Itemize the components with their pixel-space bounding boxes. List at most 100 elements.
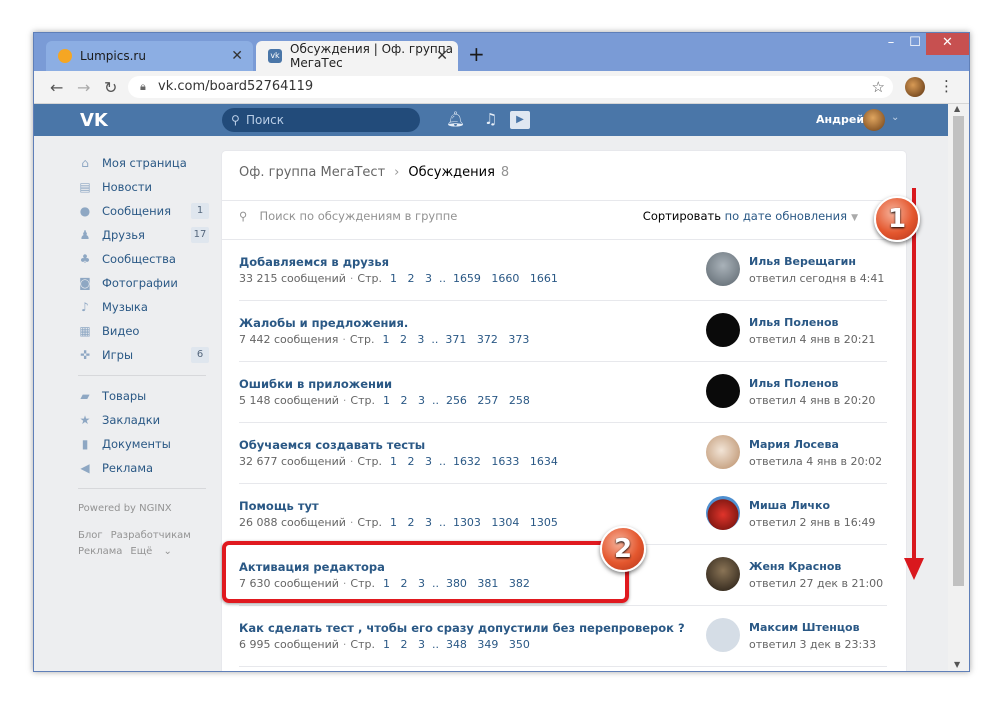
last-reply-time: ответил 3 дек в 23:33 [749,638,877,651]
close-tab-icon[interactable]: ✕ [231,48,243,64]
topic-title[interactable]: Добавляемся в друзья [239,255,389,269]
pages-label: Стр. [350,394,375,407]
user-name[interactable]: Андрей [816,113,864,126]
last-author[interactable]: Илья Поленов [749,316,839,329]
topic-title[interactable]: Жалобы и предложения. [239,316,408,330]
sidebar-item-photos[interactable]: ◙ Фотографии [78,271,213,295]
sidebar-item-video[interactable]: ▦ Видео [78,319,213,343]
last-author[interactable]: Миша Личко [749,499,830,512]
topic-title[interactable]: Обучаемся создавать тесты [239,438,425,452]
sort-control[interactable]: Сортировать по дате обновления ▼ [643,209,858,223]
avatar[interactable] [706,313,740,347]
sort-value[interactable]: по дате обновления [725,209,847,223]
sidebar-item-music[interactable]: ♪ Музыка [78,295,213,319]
last-author[interactable]: Илья Верещагин [749,255,856,268]
topic-pages[interactable]: 1 2 3 .. 1303 1304 1305 [390,516,558,529]
pages-label: Стр. [357,516,382,529]
topic-pages[interactable]: 1 2 3 .. 348 349 350 [383,638,530,651]
vk-logo-icon[interactable]: VK [80,109,116,131]
sidebar-item-my-page[interactable]: ⌂ Моя страница [78,151,213,175]
sidebar-item-ads[interactable]: ◀ Реклама [78,456,213,480]
scroll-thumb[interactable] [953,116,964,586]
page-title: Обсуждения [408,165,495,180]
messages-icon: ● [79,204,91,218]
sidebar-item-communities[interactable]: ♣ Сообщества [78,247,213,271]
svg-text:VK: VK [80,110,109,131]
left-sidebar: ⌂ Моя страница ▤ Новости ● Сообщения 1 ♟ Друз… [78,151,213,560]
avatar[interactable] [706,557,740,591]
sidebar-item-label: Музыка [102,300,148,314]
avatar[interactable] [706,618,740,652]
profile-avatar[interactable] [905,77,925,97]
last-reply-time: ответила 4 янв в 20:02 [749,455,883,468]
bookmark-star-icon[interactable]: ☆ [872,76,885,98]
forward-icon[interactable]: → [77,78,90,97]
tab-title: Lumpics.ru [80,49,146,63]
topic-title[interactable]: Помощь тут [239,499,319,513]
sidebar-item-messages[interactable]: ● Сообщения 1 [78,199,213,223]
user-avatar[interactable] [863,109,885,131]
close-tab-icon[interactable]: ✕ [436,48,448,64]
tab-vk-board[interactable]: vk Обсуждения | Оф. группа МегаТес ✕ [256,41,458,71]
topic-row[interactable]: Помощь тут 26 088 сообщений · Стр. 1 2 3 ..… [239,484,887,545]
vk-search-input[interactable]: ⚲ Поиск [222,108,420,132]
footer-links: Блог Разработчикам Реклама Ещё ⌄ [78,528,213,560]
avatar[interactable] [706,496,740,530]
browser-menu-icon[interactable]: ⋮ [939,77,954,95]
breadcrumb-group-link[interactable]: Оф. группа МегаТест [239,165,385,180]
reload-icon[interactable]: ↻ [104,78,117,97]
sidebar-item-goods[interactable]: ▰ Товары [78,384,213,408]
sidebar-divider [78,488,206,489]
music-note-icon[interactable]: ♫ [484,110,497,128]
last-reply-time: ответил 27 дек в 21:00 [749,577,884,590]
tab-lumpics[interactable]: Lumpics.ru ✕ [46,41,253,71]
last-reply-time: ответил сегодня в 4:41 [749,272,885,285]
topic-search-input[interactable]: ⚲ Поиск по обсуждениям в группе [239,209,457,223]
topic-pages[interactable]: 1 2 3 .. 1632 1633 1634 [390,455,558,468]
sidebar-item-games[interactable]: ✜ Игры 6 [78,343,213,367]
vertical-scrollbar[interactable]: ▲ ▼ [948,104,969,671]
ads-icon: ◀ [80,461,90,475]
topic-title[interactable]: Ошибки в приложении [239,377,392,391]
close-window-button[interactable]: ✕ [926,33,969,55]
last-author[interactable]: Женя Краснов [749,560,841,573]
avatar[interactable] [706,435,740,469]
sidebar-item-documents[interactable]: ▮ Документы [78,432,213,456]
last-author[interactable]: Илья Поленов [749,377,839,390]
chevron-down-icon[interactable]: ⌄ [891,112,899,123]
footer-link-blog[interactable]: Блог [78,530,103,541]
footer-link-more[interactable]: Ещё ⌄ [130,546,171,557]
last-author[interactable]: Мария Лосева [749,438,839,451]
notifications-bell-icon[interactable]: 🔔︎ [446,110,465,128]
url-field[interactable]: 🔒︎ vk.com/board52764119 ☆ [128,76,893,98]
sidebar-item-label: Сообщения [102,204,172,218]
topic-title[interactable]: Как сделать тест , чтобы его сразу допус… [239,621,685,635]
avatar[interactable] [706,252,740,286]
play-icon[interactable]: ▶ [510,111,530,129]
topic-row[interactable]: Добавляемся в друзья 33 215 сообщений · Ст… [239,240,887,301]
last-author[interactable]: Максим Штенцов [749,621,860,634]
new-tab-button[interactable]: + [468,42,485,66]
topic-row[interactable]: Жалобы и предложения. 7 442 сообщения · Ст… [239,301,887,362]
topic-row[interactable]: Как сделать тест , чтобы его сразу допус… [239,606,887,667]
topic-row[interactable]: Обучаемся создавать тесты 32 677 сообщен… [239,423,887,484]
sidebar-item-friends[interactable]: ♟ Друзья 17 [78,223,213,247]
back-icon[interactable]: ← [50,78,63,97]
address-bar: ← → ↻ 🔒︎ vk.com/board52764119 ☆ ⋮ [34,71,969,104]
scroll-up-icon[interactable]: ▲ [954,104,960,113]
avatar[interactable] [706,374,740,408]
topic-pages[interactable]: 1 2 3 .. 1659 1660 1661 [390,272,558,285]
scroll-down-icon[interactable]: ▼ [954,660,960,669]
footer-link-developers[interactable]: Разработчикам [111,530,191,541]
sidebar-item-label: Сообщества [102,252,176,266]
topic-pages[interactable]: 1 2 3 .. 371 372 373 [382,333,529,346]
messages-count-badge: 1 [191,203,209,219]
sidebar-item-news[interactable]: ▤ Новости [78,175,213,199]
topic-pages[interactable]: 1 2 3 .. 256 257 258 [383,394,530,407]
topic-row[interactable]: Ошибки в приложении 5 148 сообщений · Стр.… [239,362,887,423]
scroll-down-arrow-annotation [904,188,924,580]
sidebar-item-bookmarks[interactable]: ★ Закладки [78,408,213,432]
vk-header: VK ⚲ Поиск 🔔︎ ♫ ▶ Андрей ⌄ [34,104,948,136]
footer-link-ads[interactable]: Реклама [78,546,122,557]
topic-message-count: 6 995 сообщений [239,638,339,651]
